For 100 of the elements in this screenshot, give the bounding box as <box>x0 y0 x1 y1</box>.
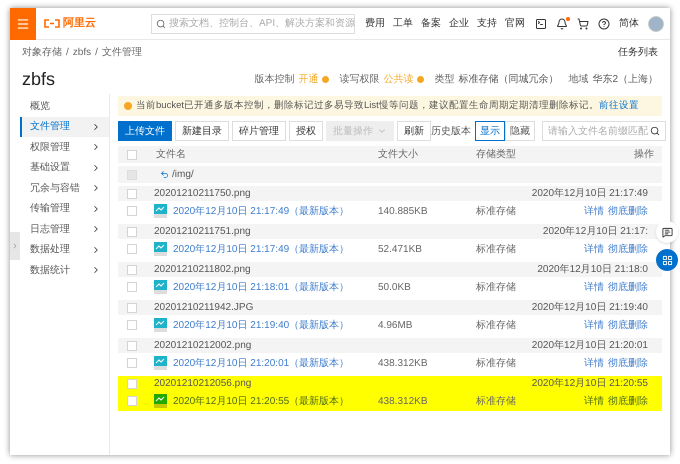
nav-link[interactable]: 工单 <box>393 16 413 31</box>
action-link[interactable]: 彻底删除 <box>608 204 648 218</box>
action-link[interactable]: 详情 <box>584 318 604 332</box>
checkbox[interactable] <box>127 188 137 198</box>
info-icon <box>124 102 132 110</box>
checkbox[interactable] <box>127 282 137 292</box>
checkbox[interactable] <box>127 340 137 350</box>
storage-type: 标准存储 <box>476 280 517 294</box>
toolbar-button[interactable]: 刷新 <box>397 121 431 141</box>
back-icon[interactable] <box>160 170 169 179</box>
nav-link[interactable]: 支持 <box>477 16 497 31</box>
modified-time: 2020年12月10日 21:17: <box>542 225 648 239</box>
action-link[interactable]: 详情 <box>584 242 604 256</box>
column-header: 操作 <box>633 148 655 162</box>
cart-icon[interactable] <box>577 18 589 30</box>
breadcrumb-link[interactable]: 对象存储 <box>22 44 62 60</box>
file-size: 438.312KB <box>378 356 428 370</box>
action-link[interactable]: 详情 <box>584 356 604 370</box>
nav-link[interactable]: 备案 <box>421 16 441 31</box>
toggle-option[interactable]: 隐藏 <box>505 121 535 141</box>
checkbox[interactable] <box>127 378 137 388</box>
action-link[interactable]: 彻底删除 <box>608 318 648 332</box>
warning-icon <box>322 76 330 82</box>
action-link[interactable]: 详情 <box>584 394 604 408</box>
nav-link[interactable]: 官网 <box>505 16 525 31</box>
modified-time: 2020年12月10日 21:20:01 <box>532 339 648 353</box>
version-link[interactable]: 2020年12月10日 21:20:01（最新版本） <box>173 356 350 370</box>
version-link[interactable]: 2020年12月10日 21:19:40（最新版本） <box>173 318 350 332</box>
bucket-title: zbfs <box>22 68 56 90</box>
storage-type: 标准存储 <box>476 394 517 408</box>
toggle-option[interactable]: 显示 <box>475 121 505 141</box>
checkbox[interactable] <box>127 206 137 216</box>
language-link[interactable]: 简体 <box>619 16 639 31</box>
modified-time: 2020年12月10日 21:18:0 <box>537 263 648 277</box>
sidebar-item[interactable]: 概览 <box>20 96 109 116</box>
nav-link[interactable]: 费用 <box>365 16 385 31</box>
checkbox[interactable] <box>127 358 137 368</box>
version-link[interactable]: 2020年12月10日 21:20:55（最新版本） <box>173 394 350 408</box>
breadcrumb-separator: / <box>95 46 98 60</box>
modified-time: 2020年12月10日 21:17:49 <box>532 187 648 201</box>
nav-link[interactable]: 企业 <box>449 16 469 31</box>
toolbar-button[interactable]: 上传文件 <box>118 121 172 141</box>
checkbox[interactable] <box>127 320 137 330</box>
sidebar-item[interactable]: 基础设置 <box>20 158 109 178</box>
logo-text: 阿里云 <box>63 16 96 32</box>
action-link[interactable]: 彻底删除 <box>608 242 648 256</box>
breadcrumb-link[interactable]: zbfs <box>72 44 92 60</box>
action-link[interactable]: 彻底删除 <box>608 394 648 408</box>
action-link[interactable]: 彻底删除 <box>608 356 648 370</box>
breadcrumb-separator: / <box>66 46 69 60</box>
breadcrumb-link[interactable]: 文件管理 <box>102 44 142 60</box>
checkbox[interactable] <box>127 150 137 160</box>
file-size: 4.96MB <box>378 318 414 332</box>
help-icon[interactable] <box>598 18 610 30</box>
storage-type: 标准存储 <box>476 242 517 256</box>
file-size: 438.312KB <box>378 394 428 408</box>
checkbox[interactable] <box>127 226 137 236</box>
storage-type: 标准存储 <box>476 204 517 218</box>
toolbar-button[interactable]: 碎片管理 <box>232 121 286 141</box>
sidebar-item[interactable]: 文件管理 <box>20 116 109 137</box>
chat-icon <box>662 226 672 238</box>
property-label: 版本控制 <box>254 72 294 86</box>
sidebar-item[interactable]: 数据处理 <box>20 240 109 260</box>
settings-link[interactable]: 前往设置 <box>598 100 639 111</box>
sidebar-item[interactable]: 传输管理 <box>20 198 109 219</box>
task-list-link[interactable]: 任务列表 <box>618 44 658 60</box>
action-link[interactable]: 详情 <box>584 204 604 218</box>
sidebar-item[interactable]: 日志管理 <box>20 219 109 240</box>
action-link[interactable]: 彻底删除 <box>608 280 648 294</box>
sidebar-item[interactable]: 权限管理 <box>20 137 109 158</box>
sidebar-toggle[interactable] <box>10 232 20 260</box>
avatar[interactable] <box>648 16 664 32</box>
file-name: 20201210211942.JPG <box>153 301 254 315</box>
checkbox[interactable] <box>127 244 137 254</box>
version-link[interactable]: 2020年12月10日 21:17:49（最新版本） <box>173 204 350 218</box>
action-link[interactable]: 详情 <box>584 280 604 294</box>
version-link[interactable]: 2020年12月10日 21:17:49（最新版本） <box>173 242 350 256</box>
bell-icon[interactable] <box>556 18 568 30</box>
checkbox[interactable] <box>127 396 137 406</box>
property-label: 类型 <box>434 72 454 86</box>
sidebar-item[interactable]: 数据统计 <box>20 260 109 280</box>
file-search-placeholder: 请输入文件名前缀匹配 <box>548 124 648 138</box>
checkbox[interactable] <box>127 264 137 274</box>
checkbox[interactable] <box>127 302 137 312</box>
search-icon[interactable] <box>650 126 660 136</box>
image-thumbnail-icon <box>154 242 167 256</box>
version-link[interactable]: 2020年12月10日 21:18:01（最新版本） <box>173 280 350 294</box>
storage-type: 标准存储 <box>476 356 517 370</box>
property-label: 读写权限 <box>339 72 380 86</box>
modified-time: 2020年12月10日 21:19:40 <box>532 301 648 315</box>
menu-button[interactable] <box>10 8 36 40</box>
toolbar-button[interactable]: 新建目录 <box>175 121 229 141</box>
search-placeholder: 搜索文档、控制台、API、解决方案和资源 <box>169 16 356 31</box>
chat-button[interactable] <box>656 221 678 243</box>
sidebar-item[interactable]: 冗余与容错 <box>20 178 109 198</box>
toolbar-button[interactable]: 授权 <box>289 121 323 141</box>
terminal-icon[interactable] <box>535 18 547 30</box>
apps-button[interactable] <box>656 249 678 271</box>
folder-path: /img/ <box>172 168 194 182</box>
image-thumbnail-icon <box>154 356 167 370</box>
